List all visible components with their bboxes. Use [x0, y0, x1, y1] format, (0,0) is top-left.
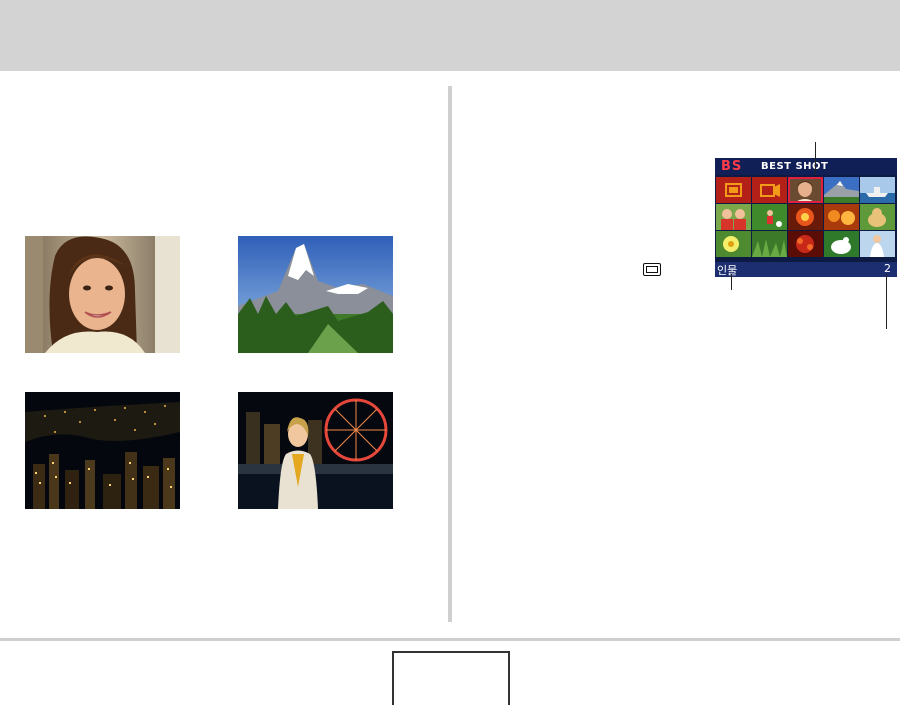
- sample-photo-night-scene: [25, 392, 180, 509]
- scene-thumb-movie-icon: [752, 177, 787, 203]
- scene-thumb-sports: [752, 204, 787, 230]
- header-band: [0, 0, 900, 71]
- scene-thumb-bride: [860, 231, 895, 257]
- camera-lcd-screen: BS BEST SHOT 인물 2: [715, 158, 897, 277]
- scene-thumb-candlelight: [788, 204, 823, 230]
- scene-grid: [716, 177, 895, 257]
- scene-thumb-grass: [752, 231, 787, 257]
- scene-thumb-fireworks: [788, 231, 823, 257]
- footer-rule: [0, 638, 900, 641]
- callout-line-page-number: [886, 274, 887, 329]
- scene-thumb-party: [824, 204, 859, 230]
- scene-thumb-ship: [860, 177, 895, 203]
- bs-logo: BS: [721, 159, 743, 174]
- lcd-title: BEST SHOT: [761, 161, 829, 172]
- column-divider: [448, 86, 452, 622]
- scene-thumb-children: [716, 204, 751, 230]
- callout-line-scene-name: [731, 274, 732, 290]
- scene-thumb-auto-icon: [716, 177, 751, 203]
- lcd-status-bar: 인물 2: [715, 262, 897, 277]
- scene-thumb-splash: [824, 231, 859, 257]
- sample-photo-night-portrait: [238, 392, 393, 509]
- scene-name-label: 인물: [717, 264, 738, 277]
- lcd-title-bar: BS BEST SHOT: [715, 158, 897, 175]
- sample-photo-scenery: [238, 236, 393, 353]
- callout-line-selected-scene: [815, 142, 816, 175]
- scene-thumb-portrait: [788, 177, 823, 203]
- scene-thumb-pet: [860, 204, 895, 230]
- camera-mode-icon: [643, 263, 661, 276]
- sample-photo-portrait: [25, 236, 180, 353]
- scene-thumb-flower: [716, 231, 751, 257]
- scene-thumb-scenery: [824, 177, 859, 203]
